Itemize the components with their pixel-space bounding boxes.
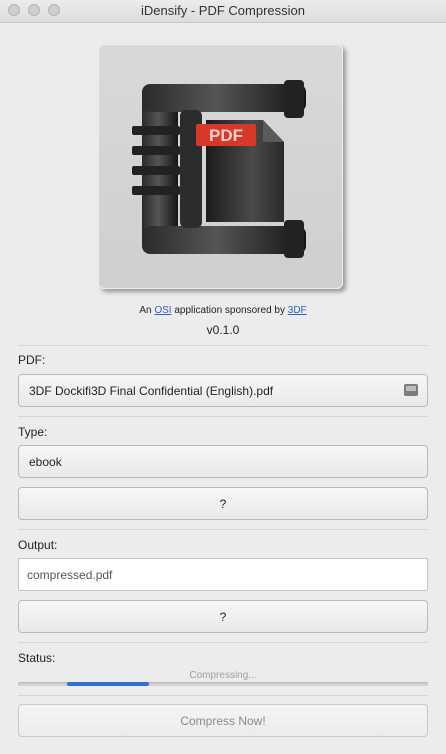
file-browse-icon [404, 384, 418, 396]
type-value: ebook [29, 454, 62, 469]
sponsor-prefix: An [139, 305, 152, 316]
output-help-label: ? [219, 609, 227, 624]
pdf-label: PDF: [18, 353, 46, 367]
sponsor-3df-link[interactable]: 3DF [288, 305, 307, 316]
type-help-label: ? [219, 496, 227, 511]
progress-bar [18, 682, 428, 686]
status-text: Compressing... [189, 670, 257, 681]
divider [18, 642, 428, 643]
progress-fill [67, 682, 150, 686]
logo-badge-text: PDF [209, 126, 243, 145]
output-help-button[interactable]: ? [18, 600, 428, 633]
version-text: v0.1.0 [206, 323, 240, 337]
type-label: Type: [18, 425, 48, 439]
divider [18, 345, 428, 346]
divider [18, 695, 428, 696]
osi-link[interactable]: OSI [154, 305, 171, 316]
status-label: Status: [18, 651, 56, 665]
output-label: Output: [18, 538, 58, 552]
pdf-file-name: 3DF Dockifi3D Final Confidential (Englis… [29, 383, 274, 398]
output-filename-input[interactable] [18, 558, 428, 591]
clamp-pdf-icon: PDF [132, 80, 306, 258]
divider [18, 416, 428, 417]
app-logo: PDF [98, 44, 343, 289]
sponsor-middle: application sponsored by [174, 305, 285, 316]
compress-now-button[interactable]: Compress Now! [18, 704, 428, 737]
type-selector[interactable]: ebook [18, 445, 428, 478]
pdf-file-selector[interactable]: 3DF Dockifi3D Final Confidential (Englis… [18, 374, 428, 407]
compress-now-label: Compress Now! [180, 713, 266, 728]
type-help-button[interactable]: ? [18, 487, 428, 520]
title-bar: iDensify - PDF Compression [0, 0, 446, 23]
window-title: iDensify - PDF Compression [141, 3, 305, 18]
sponsor-line: An OSI application sponsored by 3DF [0, 305, 446, 316]
divider [18, 529, 428, 530]
